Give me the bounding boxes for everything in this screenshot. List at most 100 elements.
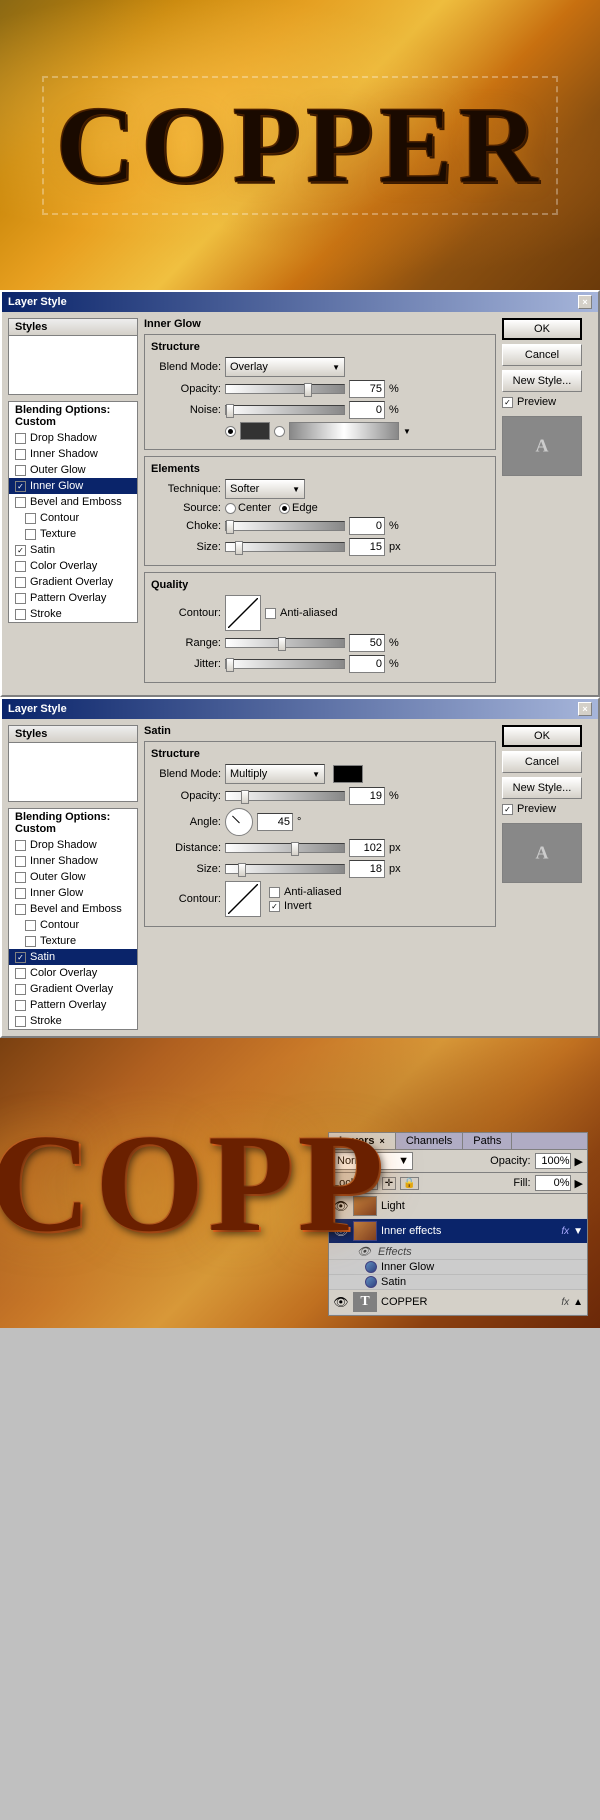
layer-eye-copper[interactable]: 👁 (333, 1294, 349, 1310)
glow-color-swatch[interactable] (240, 422, 270, 440)
effect-inner-glow[interactable]: Inner Glow (9, 478, 137, 494)
jitter-input[interactable] (349, 655, 385, 673)
opacity-input-2[interactable] (349, 787, 385, 805)
dialog-2-close-button[interactable]: × (578, 702, 592, 716)
layer-expand-arrow[interactable]: ▼ (573, 1226, 583, 1237)
effect-stroke[interactable]: Stroke (9, 606, 137, 622)
effect-contour-2[interactable]: Contour (9, 917, 137, 933)
new-style-button-2[interactable]: New Style... (502, 777, 582, 799)
effect-texture[interactable]: Texture (9, 526, 137, 542)
opacity-input-layers[interactable] (535, 1153, 571, 1169)
cancel-button-2[interactable]: Cancel (502, 751, 582, 773)
effect-contour[interactable]: Contour (9, 510, 137, 526)
invert-checkbox[interactable] (269, 901, 280, 912)
effect-bevel-emboss-2[interactable]: Bevel and Emboss (9, 901, 137, 917)
noise-thumb[interactable] (226, 404, 234, 418)
ok-button-2[interactable]: OK (502, 725, 582, 747)
size-thumb[interactable] (235, 541, 243, 555)
size-slider[interactable] (225, 542, 345, 552)
gradient-overlay-checkbox-2[interactable] (15, 984, 26, 995)
preview-checkbox-2[interactable] (502, 804, 513, 815)
jitter-thumb[interactable] (226, 658, 234, 672)
drop-shadow-checkbox-2[interactable] (15, 840, 26, 851)
size-input-2[interactable] (349, 860, 385, 878)
blend-mode-dropdown-2[interactable]: Multiply ▼ (225, 764, 325, 784)
bevel-emboss-checkbox[interactable] (15, 497, 26, 508)
distance-input[interactable] (349, 839, 385, 857)
lock-all[interactable]: 🔒 (400, 1177, 418, 1190)
size-slider-2[interactable] (225, 864, 345, 874)
solid-color-radio[interactable] (225, 426, 236, 437)
effect-outer-glow-2[interactable]: Outer Glow (9, 869, 137, 885)
effect-gradient-overlay[interactable]: Gradient Overlay (9, 574, 137, 590)
anti-aliased-checkbox[interactable] (265, 608, 276, 619)
angle-input[interactable] (257, 813, 293, 831)
distance-thumb[interactable] (291, 842, 299, 856)
effect-drop-shadow-2[interactable]: Drop Shadow (9, 837, 137, 853)
blending-options-item-2[interactable]: Blending Options: Custom (9, 809, 137, 837)
dialog-1-close-button[interactable]: × (578, 295, 592, 309)
ok-button-1[interactable]: OK (502, 318, 582, 340)
layer-row-copper[interactable]: 👁 T COPPER fx ▲ (329, 1290, 587, 1315)
effect-color-overlay[interactable]: Color Overlay (9, 558, 137, 574)
choke-input[interactable] (349, 517, 385, 535)
opacity-slider[interactable] (225, 384, 345, 394)
stroke-checkbox[interactable] (15, 609, 26, 620)
range-thumb[interactable] (278, 637, 286, 651)
gradient-radio[interactable] (274, 426, 285, 437)
fill-input[interactable] (535, 1175, 571, 1191)
contour-preview-2[interactable] (225, 881, 261, 917)
fill-arrow[interactable]: ▶ (575, 1177, 583, 1190)
stroke-checkbox-2[interactable] (15, 1016, 26, 1027)
effect-stroke-2[interactable]: Stroke (9, 1013, 137, 1029)
opacity-thumb[interactable] (304, 383, 312, 397)
preview-checkbox-1[interactable] (502, 397, 513, 408)
new-style-button-1[interactable]: New Style... (502, 370, 582, 392)
satin-sub[interactable]: Satin (329, 1275, 587, 1290)
center-radio[interactable] (225, 503, 236, 514)
satin-color-swatch[interactable] (333, 765, 363, 783)
effect-inner-shadow[interactable]: Inner Shadow (9, 446, 137, 462)
noise-slider[interactable] (225, 405, 345, 415)
effect-inner-glow-2[interactable]: Inner Glow (9, 885, 137, 901)
effect-outer-glow[interactable]: Outer Glow (9, 462, 137, 478)
inner-glow-checkbox[interactable] (15, 481, 26, 492)
effect-texture-2[interactable]: Texture (9, 933, 137, 949)
effect-inner-shadow-2[interactable]: Inner Shadow (9, 853, 137, 869)
outer-glow-checkbox-2[interactable] (15, 872, 26, 883)
bevel-emboss-checkbox-2[interactable] (15, 904, 26, 915)
layers-tab-paths[interactable]: Paths (463, 1133, 512, 1149)
satin-checkbox-2[interactable] (15, 952, 26, 963)
choke-slider[interactable] (225, 521, 345, 531)
effect-pattern-overlay-2[interactable]: Pattern Overlay (9, 997, 137, 1013)
opacity-slider-2[interactable] (225, 791, 345, 801)
inner-shadow-checkbox-2[interactable] (15, 856, 26, 867)
range-input[interactable] (349, 634, 385, 652)
blending-options-item[interactable]: Blending Options: Custom (9, 402, 137, 430)
blend-mode-dropdown[interactable]: Overlay ▼ (225, 357, 345, 377)
color-overlay-checkbox-2[interactable] (15, 968, 26, 979)
anti-aliased-checkbox-2[interactable] (269, 887, 280, 898)
choke-thumb[interactable] (226, 520, 234, 534)
color-overlay-checkbox[interactable] (15, 561, 26, 572)
opacity-arrow-layers[interactable]: ▶ (575, 1155, 583, 1168)
size-thumb-2[interactable] (238, 863, 246, 877)
opacity-thumb-2[interactable] (241, 790, 249, 804)
layers-tab-channels[interactable]: Channels (396, 1133, 463, 1149)
effect-color-overlay-2[interactable]: Color Overlay (9, 965, 137, 981)
effect-pattern-overlay[interactable]: Pattern Overlay (9, 590, 137, 606)
noise-input[interactable] (349, 401, 385, 419)
pattern-overlay-checkbox-2[interactable] (15, 1000, 26, 1011)
contour-checkbox[interactable] (25, 513, 36, 524)
effect-drop-shadow[interactable]: Drop Shadow (9, 430, 137, 446)
drop-shadow-checkbox[interactable] (15, 433, 26, 444)
opacity-input[interactable] (349, 380, 385, 398)
effect-satin-2[interactable]: Satin (9, 949, 137, 965)
effect-gradient-overlay-2[interactable]: Gradient Overlay (9, 981, 137, 997)
angle-dial[interactable] (225, 808, 253, 836)
range-slider[interactable] (225, 638, 345, 648)
gradient-dropdown-arrow[interactable]: ▼ (403, 427, 411, 436)
gradient-overlay-checkbox[interactable] (15, 577, 26, 588)
technique-dropdown[interactable]: Softer ▼ (225, 479, 305, 499)
effect-bevel-emboss[interactable]: Bevel and Emboss (9, 494, 137, 510)
